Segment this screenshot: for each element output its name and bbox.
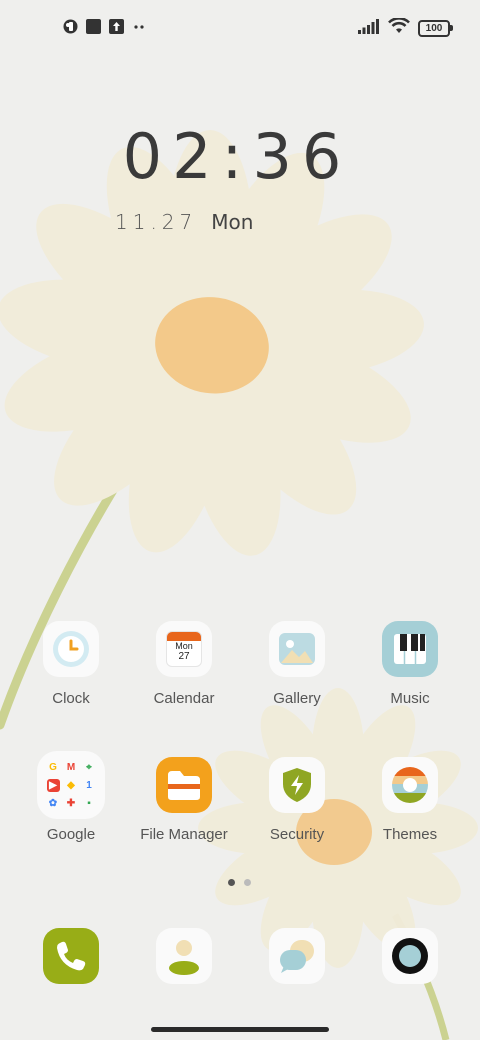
- calendar-icon: Mon 27: [156, 621, 212, 677]
- themes-icon: [382, 757, 438, 813]
- app-google-folder[interactable]: G M ⌖ ▶ ◆ 1 ✿ ✚ ▪ Google: [21, 751, 121, 843]
- clock-icon: [43, 621, 99, 677]
- app-label-gallery: Gallery: [273, 690, 321, 707]
- app-label-music: Music: [390, 690, 430, 707]
- app-label-clock: Clock: [52, 690, 90, 707]
- camera-icon: [382, 928, 438, 984]
- calendar-icon-day: 27: [178, 651, 190, 662]
- dock-messages[interactable]: [247, 928, 347, 984]
- app-music[interactable]: Music: [360, 621, 460, 707]
- cellular-signal-icon: [358, 18, 380, 39]
- upload-icon: [109, 19, 124, 34]
- date-text: 11.27: [115, 210, 198, 234]
- wifi-icon: [388, 17, 410, 39]
- date-widget[interactable]: 11.27 Mon: [115, 210, 253, 234]
- page-indicator[interactable]: [228, 879, 251, 886]
- battery-indicator: 100: [418, 20, 453, 37]
- app-file-manager[interactable]: File Manager: [134, 757, 234, 843]
- phone-icon: [43, 928, 99, 984]
- app-label-security: Security: [269, 826, 325, 843]
- security-icon: [269, 757, 325, 813]
- dock-phone[interactable]: [21, 928, 121, 984]
- app-label-file-manager: File Manager: [140, 826, 228, 843]
- app-label-calendar: Calendar: [153, 690, 215, 707]
- gallery-icon: [269, 621, 325, 677]
- app-gallery[interactable]: Gallery: [247, 621, 347, 707]
- status-bar: 100: [0, 0, 480, 56]
- notification-app-icon: [63, 19, 78, 34]
- file-manager-icon: [156, 757, 212, 813]
- app-security[interactable]: Security: [247, 757, 347, 843]
- calendar-icon-month: Mon: [175, 641, 193, 651]
- app-themes[interactable]: Themes: [360, 757, 460, 843]
- page-dot-active[interactable]: [228, 879, 235, 886]
- messages-icon: [269, 928, 325, 984]
- dock-camera[interactable]: [360, 928, 460, 984]
- contacts-icon: [156, 928, 212, 984]
- app-calendar[interactable]: Mon 27 Calendar: [134, 621, 234, 707]
- battery-level: 100: [425, 22, 443, 34]
- home-gesture-bar[interactable]: [151, 1027, 329, 1032]
- clock-time[interactable]: 02:36: [0, 120, 474, 193]
- app-clock[interactable]: Clock: [21, 621, 121, 707]
- app-label-google: Google: [46, 826, 96, 843]
- app-label-themes: Themes: [382, 826, 438, 843]
- dock-contacts[interactable]: [134, 928, 234, 984]
- page-dot[interactable]: [244, 879, 251, 886]
- google-folder-icon: G M ⌖ ▶ ◆ 1 ✿ ✚ ▪: [37, 751, 105, 819]
- music-icon: [382, 621, 438, 677]
- weekday-text: Mon: [211, 210, 254, 234]
- black-square-icon: [86, 19, 101, 34]
- more-dots-icon: [132, 19, 147, 34]
